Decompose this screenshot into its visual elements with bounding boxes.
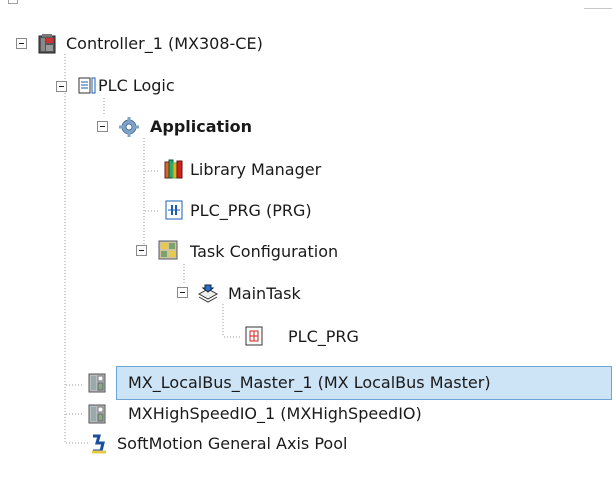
collapse-toggle-maintask[interactable] [177, 287, 188, 298]
tree-item-plc-prg-program[interactable]: PLC_PRG (PRG) [190, 201, 312, 221]
library-books-icon [164, 159, 183, 179]
tree-item-library-manager[interactable]: Library Manager [190, 160, 321, 180]
tree-item-plc-prg-call[interactable]: PLC_PRG [288, 327, 359, 347]
tree-item-controller[interactable]: Controller_1 (MX308-CE) [66, 34, 263, 54]
tree-item-plc-logic[interactable]: PLC Logic [98, 76, 175, 96]
collapsed-root-marker [8, 0, 18, 4]
tree-item-task-configuration[interactable]: Task Configuration [190, 242, 338, 262]
plc-logic-icon [78, 77, 96, 94]
program-icon [165, 200, 183, 220]
task-config-icon [158, 240, 178, 260]
collapse-toggle-task-configuration[interactable] [136, 245, 147, 256]
gear-icon [119, 117, 139, 137]
axis-pool-icon [92, 434, 106, 454]
collapse-toggle-application[interactable] [97, 121, 108, 132]
device-tree: Controller_1 (MX308-CE) PLC Logic Applic… [0, 0, 616, 482]
controller-icon [38, 34, 56, 54]
tree-item-highspeed-io[interactable]: MXHighSpeedIO_1 (MXHighSpeedIO) [128, 404, 422, 424]
collapse-toggle-controller[interactable] [16, 38, 27, 49]
device-module-icon [88, 373, 106, 393]
tree-item-axis-pool[interactable]: SoftMotion General Axis Pool [117, 434, 347, 454]
panel-divider [584, 8, 612, 9]
device-module-icon [88, 404, 106, 424]
tree-item-localbus-master[interactable]: MX_LocalBus_Master_1 (MX LocalBus Master… [128, 373, 491, 393]
collapse-toggle-plc-logic[interactable] [56, 81, 67, 92]
program-call-icon [245, 326, 263, 346]
task-stack-icon [197, 284, 219, 303]
tree-item-maintask[interactable]: MainTask [228, 284, 301, 304]
tree-item-application[interactable]: Application [150, 117, 252, 137]
